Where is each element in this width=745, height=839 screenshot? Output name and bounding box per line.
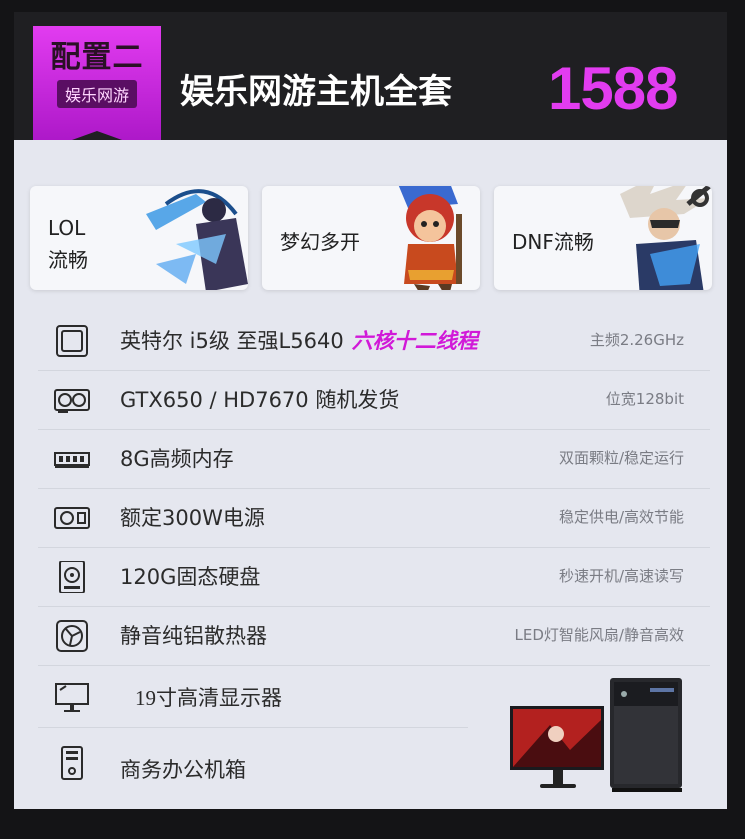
gpu-icon	[54, 389, 90, 413]
spec-highlight: 六核十二线程	[351, 329, 478, 353]
spec-row-gpu: GTX650 / HD7670 随机发货 位宽128bit	[38, 370, 710, 430]
spec-note: 主频2.26GHz	[589, 331, 684, 349]
spec-text: 英特尔 i5级 至强L5640	[120, 329, 344, 353]
cpu-icon	[56, 325, 88, 357]
fan-icon	[56, 620, 88, 652]
spec-note: LED灯智能风扇/静音高效	[514, 626, 684, 644]
badge-main: 配置二	[50, 40, 144, 75]
pc-bundle-image	[510, 678, 682, 792]
spec-note: 秒速开机/高速读写	[558, 567, 684, 585]
spec-label: 英特尔 i5级 至强L5640 六核十二线程	[120, 325, 478, 355]
spec-label: 120G固态硬盘	[120, 565, 261, 589]
psu-icon	[54, 507, 90, 529]
card-label: DNF流畅	[512, 230, 594, 254]
spec-row-case: 商务办公机箱	[38, 734, 468, 793]
game-card-lol: LOL 流畅	[30, 186, 248, 290]
spec-note: 位宽128bit	[605, 390, 684, 408]
card-label: 流畅	[48, 248, 88, 272]
spec-note: 双面颗粒/稳定运行	[558, 449, 684, 467]
archer-character-art	[146, 189, 248, 290]
spec-row-cpu: 英特尔 i5级 至强L5640 六核十二线程 主频2.26GHz	[38, 311, 710, 371]
case-icon	[61, 746, 83, 780]
spec-label: GTX650 / HD7670 随机发货	[120, 388, 400, 412]
spec-note: 稳定供电/高效节能	[558, 508, 684, 526]
spec-row-monitor: 19寸高清显示器	[38, 668, 468, 728]
card-label: 梦幻多开	[280, 230, 360, 254]
spec-label: 额定300W电源	[120, 506, 265, 530]
spec-row-cooler: 静音纯铝散热器 LED灯智能风扇/静音高效	[38, 606, 710, 666]
price: 1588	[548, 55, 678, 122]
ssd-icon	[59, 561, 85, 593]
spec-label: 8G高频内存	[120, 447, 234, 471]
page-title: 娱乐网游主机全套	[180, 72, 452, 112]
spec-label: 19寸高清显示器	[135, 686, 282, 710]
spec-label: 商务办公机箱	[120, 758, 246, 782]
cartoon-warrior-art	[398, 186, 462, 290]
spec-row-ssd: 120G固态硬盘 秒速开机/高速读写	[38, 547, 710, 607]
badge-sub: 娱乐网游	[56, 80, 137, 108]
game-card-dnf: DNF流畅	[494, 186, 712, 290]
spec-row-psu: 额定300W电源 稳定供电/高效节能	[38, 488, 710, 548]
card-label: LOL	[48, 216, 86, 240]
ram-icon	[54, 452, 90, 468]
game-card-menghuan: 梦幻多开	[262, 186, 480, 290]
spec-row-ram: 8G高频内存 双面颗粒/稳定运行	[38, 429, 710, 489]
swordsman-character-art	[620, 186, 712, 290]
spec-label: 静音纯铝散热器	[120, 624, 267, 648]
monitor-icon	[55, 683, 89, 712]
